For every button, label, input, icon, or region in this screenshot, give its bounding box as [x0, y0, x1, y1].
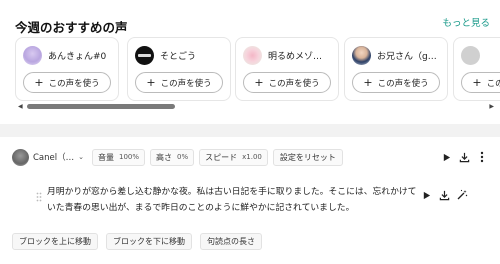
play-icon[interactable]	[438, 149, 454, 165]
voice-settings-toolbar: Canel（… ⌄ 音量 100% 高さ 0% スピード x1.00 設定をリセ…	[12, 147, 490, 167]
recommended-voices-panel: 今週のおすすめの声 もっと見る あんきょん#0 + この声を使う そとごう + …	[0, 0, 500, 124]
speaker-avatar	[12, 148, 29, 166]
plus-icon: +	[363, 76, 373, 89]
voice-carousel: あんきょん#0 + この声を使う そとごう + この声を使う 明るめメゾ… + …	[15, 37, 500, 103]
speaker-name: Canel（…	[33, 153, 75, 163]
download-icon[interactable]	[436, 187, 452, 203]
move-block-up-button[interactable]: ブロックを上に移動	[12, 233, 98, 250]
use-voice-label: この声を使う	[377, 78, 429, 89]
more-options-icon[interactable]	[474, 149, 490, 165]
voice-name: 明るめメゾ…	[268, 51, 323, 62]
play-icon[interactable]	[418, 187, 434, 203]
script-text[interactable]: 月明かりが窓から差し込む静かな夜。私は古い日記を手に取りました。そこには、忘れか…	[47, 184, 419, 216]
use-voice-button[interactable]: + この声を使う	[23, 72, 111, 93]
use-voice-button[interactable]: + この声を使う	[352, 72, 440, 93]
block-actions: ブロックを上に移動 ブロックを下に移動 句読点の長さ	[12, 233, 270, 250]
see-more-link[interactable]: もっと見る	[442, 15, 490, 29]
pitch-label: 高さ	[156, 152, 173, 162]
scrollbar-thumb[interactable]	[27, 104, 175, 109]
chevron-down-icon: ⌄	[78, 153, 84, 161]
flower-avatar	[243, 45, 262, 65]
scroll-left-arrow-icon[interactable]: ◀	[18, 103, 23, 110]
punctuation-length-button[interactable]: 句読点の長さ	[200, 233, 262, 250]
use-voice-label: この声を使う	[48, 78, 100, 89]
plus-icon: +	[146, 76, 156, 89]
dark-logo-avatar	[135, 45, 154, 65]
use-voice-label: この声を使う	[160, 78, 212, 89]
use-voice-button[interactable]: + この声を使う	[461, 72, 500, 93]
plus-icon: +	[472, 76, 482, 89]
plus-icon: +	[254, 76, 264, 89]
use-voice-label: この声を使う	[486, 78, 500, 89]
man-avatar	[352, 45, 371, 65]
plus-icon: +	[34, 76, 44, 89]
section-title: 今週のおすすめの声	[15, 20, 128, 35]
voice-card[interactable]: お兄さん（g… + この声を使う	[344, 37, 448, 101]
scroll-right-arrow-icon[interactable]: ▶	[489, 103, 494, 110]
drag-handle-icon[interactable]	[36, 187, 42, 202]
use-voice-button[interactable]: + この声を使う	[135, 72, 223, 93]
speaker-selector[interactable]: Canel（… ⌄	[12, 148, 84, 166]
speed-setting[interactable]: スピード x1.00	[199, 148, 268, 166]
text-block-editor: Canel（… ⌄ 音量 100% 高さ 0% スピード x1.00 設定をリセ…	[0, 137, 500, 264]
voice-name: あんきょん#0	[48, 51, 107, 62]
voice-card[interactable]: + この声を使う	[453, 37, 500, 101]
speed-value: x1.00	[242, 153, 262, 161]
voice-card[interactable]: あんきょん#0 + この声を使う	[15, 37, 119, 101]
voice-card[interactable]: 明るめメゾ… + この声を使う	[235, 37, 339, 101]
grey-avatar	[461, 45, 480, 65]
volume-value: 100%	[119, 153, 140, 161]
move-block-down-button[interactable]: ブロックを下に移動	[106, 233, 192, 250]
horizontal-scrollbar[interactable]	[27, 104, 485, 109]
use-voice-button[interactable]: + この声を使う	[243, 72, 331, 93]
reset-settings-button[interactable]: 設定をリセット	[272, 148, 343, 166]
voice-name: そとごう	[160, 51, 197, 62]
pitch-setting[interactable]: 高さ 0%	[150, 148, 195, 166]
magic-wand-icon[interactable]	[454, 187, 470, 203]
voice-name: お兄さん（g…	[377, 51, 437, 62]
speed-label: スピード	[205, 152, 238, 162]
anime-girl-avatar	[23, 45, 42, 65]
pitch-value: 0%	[177, 153, 189, 161]
volume-setting[interactable]: 音量 100%	[92, 148, 146, 166]
volume-label: 音量	[98, 152, 114, 162]
download-icon[interactable]	[456, 149, 472, 165]
voice-card[interactable]: そとごう + この声を使う	[127, 37, 231, 101]
use-voice-label: この声を使う	[268, 78, 320, 89]
